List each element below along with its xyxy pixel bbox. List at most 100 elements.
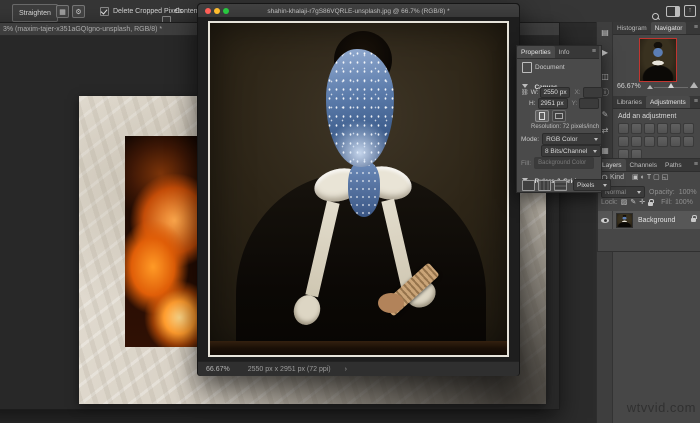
share-image-icon[interactable]: ↑: [684, 5, 696, 17]
adjustment-invert-icon[interactable]: [683, 136, 694, 147]
tab-layers[interactable]: Layers: [598, 159, 626, 171]
link-dimensions-icon[interactable]: ⛓: [521, 90, 529, 96]
adjustments-panel-menu-icon[interactable]: ≡: [694, 96, 700, 108]
bit-depth-row: 8 Bits/Channel: [541, 145, 601, 157]
canvas-fill-dropdown[interactable]: Background Color: [534, 157, 594, 169]
tab-histogram[interactable]: Histogram: [613, 22, 651, 34]
adjustment-channel-mixer-icon[interactable]: [657, 136, 668, 147]
toggle-rulers-icon[interactable]: [522, 180, 535, 191]
filter-smart-objects-icon[interactable]: ◱: [662, 174, 669, 181]
layer-name[interactable]: Background: [638, 217, 675, 224]
color-mode-dropdown[interactable]: RGB Color: [542, 133, 602, 145]
background-document-title: 3% (maxim-tajer-x351aGQIgno-unsplash, RG…: [3, 26, 162, 33]
lock-position-icon[interactable]: ✛: [639, 199, 645, 206]
layer-locked-icon[interactable]: [691, 218, 696, 222]
mode-row: Mode: RGB Color: [521, 133, 602, 145]
filter-adjustment-layers-icon[interactable]: ◐: [641, 174, 645, 181]
x-label: X:: [574, 89, 580, 96]
layers-panel-menu-icon[interactable]: ≡: [694, 159, 700, 171]
adjustment-color-balance-icon[interactable]: [618, 136, 629, 147]
layers-panel: Layers Channels Paths ≡ Kind ▣ ◐ T ▢ ◱ N…: [597, 158, 700, 252]
statusbar-options-chevron-icon[interactable]: ›: [345, 366, 347, 373]
properties-panel-menu-icon[interactable]: ≡: [592, 46, 599, 58]
lock-pixels-icon[interactable]: ✎: [630, 199, 636, 206]
document-canvas-area[interactable]: [198, 17, 519, 361]
opacity-value[interactable]: 100%: [679, 189, 697, 196]
canvas-width-field[interactable]: 2550 px: [540, 87, 570, 98]
canvas-y-field[interactable]: [579, 98, 599, 109]
statusbar-zoom-level[interactable]: 66.67%: [206, 366, 230, 373]
filter-type-layers-icon[interactable]: T: [647, 174, 651, 181]
straighten-button[interactable]: Straighten: [12, 4, 58, 22]
filter-shape-layers-icon[interactable]: ▢: [653, 174, 660, 181]
navigator-proxy-preview[interactable]: [639, 38, 677, 82]
toggle-guides-icon[interactable]: [554, 180, 567, 191]
lock-all-icon[interactable]: [648, 202, 653, 206]
bit-depth-dropdown[interactable]: 8 Bits/Channel: [541, 145, 601, 157]
workspace-switcher-icon[interactable]: [666, 6, 680, 17]
mode-label: Mode:: [521, 136, 539, 143]
document-titlebar[interactable]: shahin-khalaji-r7gS86VQRLE-unsplash.jpg …: [198, 4, 519, 18]
adjustment-photo-filter-icon[interactable]: [644, 136, 655, 147]
adjustment-brightness-contrast-icon[interactable]: [618, 123, 629, 134]
tab-properties[interactable]: Properties: [517, 46, 555, 58]
portrait-galaxy-face: [326, 49, 394, 167]
adjustment-vibrance-icon[interactable]: [670, 123, 681, 134]
document-statusbar: 66.67% 2550 px x 2951 px (72 ppi) ›: [198, 361, 519, 376]
adjustments-tabbar: Libraries Adjustments ≡: [613, 96, 700, 109]
clone-source-panel-icon[interactable]: ▤: [600, 28, 610, 38]
adjustment-black-white-icon[interactable]: [631, 136, 642, 147]
adjustment-color-lookup-icon[interactable]: [670, 136, 681, 147]
tab-info[interactable]: Info: [555, 46, 574, 58]
orientation-landscape-button[interactable]: [552, 110, 566, 122]
layers-filter-row: Kind ▣ ◐ T ▢ ◱: [601, 174, 668, 181]
canvas-fill-value: Background Color: [538, 160, 586, 166]
portrait-galaxy-neck: [348, 161, 380, 217]
layer-filter-kind[interactable]: Kind: [610, 174, 624, 181]
h-label: H:: [529, 100, 536, 107]
adjustment-curves-icon[interactable]: [644, 123, 655, 134]
tab-paths[interactable]: Paths: [661, 159, 686, 171]
lock-transparency-icon[interactable]: ▨: [621, 199, 628, 206]
layer-visibility-toggle[interactable]: [598, 211, 613, 229]
watermark: wtvvid.com: [627, 400, 696, 415]
bit-depth-value: 8 Bits/Channel: [545, 148, 587, 155]
layer-thumbnail[interactable]: [616, 213, 633, 228]
units-value: Pixels: [577, 182, 594, 189]
adjustment-icons-grid: [618, 123, 698, 160]
document-title: shahin-khalaji-r7gS86VQRLE-unsplash.jpg …: [198, 8, 519, 15]
eye-icon: [601, 218, 609, 223]
canvas-height-row: H: 2951 px Y:: [521, 98, 599, 109]
adjustment-hue-saturation-icon[interactable]: [683, 123, 694, 134]
adjustment-levels-icon[interactable]: [631, 123, 642, 134]
layers-tabbar: Layers Channels Paths ≡: [598, 159, 700, 172]
tab-adjustments[interactable]: Adjustments: [646, 96, 690, 108]
navigator-panel-menu-icon[interactable]: ≡: [694, 22, 700, 34]
filter-pixel-layers-icon[interactable]: ▣: [632, 174, 639, 181]
navigator-zoom-slider-thumb[interactable]: [668, 83, 674, 88]
delete-cropped-pixels-checkbox[interactable]: [100, 7, 109, 16]
crop-settings-gear-icon[interactable]: ⚙: [72, 5, 85, 18]
straighten-label: Straighten: [19, 10, 51, 17]
toggle-grid-icon[interactable]: [538, 180, 551, 191]
crop-overlay-options-icon[interactable]: ▦: [56, 5, 69, 18]
properties-tabbar: Properties Info ≡: [517, 46, 599, 59]
active-document-window[interactable]: shahin-khalaji-r7gS86VQRLE-unsplash.jpg …: [197, 3, 520, 376]
adjustment-exposure-icon[interactable]: [657, 123, 668, 134]
tab-navigator[interactable]: Navigator: [651, 22, 687, 34]
navigator-zoom-value[interactable]: 66.67%: [617, 83, 641, 90]
orientation-portrait-button[interactable]: [535, 110, 549, 122]
opacity-label: Opacity:: [649, 189, 675, 196]
tab-libraries[interactable]: Libraries: [613, 96, 646, 108]
document-icon: [522, 62, 532, 73]
units-dropdown[interactable]: Pixels: [573, 179, 611, 191]
zoom-out-icon[interactable]: [647, 85, 653, 89]
zoom-in-icon[interactable]: [690, 82, 698, 88]
canvas-height-field[interactable]: 2951 px: [538, 98, 568, 109]
layer-row-background[interactable]: Background: [598, 211, 700, 229]
orientation-row: [535, 110, 566, 122]
canvas-x-field[interactable]: [583, 87, 603, 98]
tab-channels[interactable]: Channels: [626, 159, 661, 171]
portrait-image: [208, 21, 509, 357]
layer-fill-value[interactable]: 100%: [675, 199, 693, 206]
